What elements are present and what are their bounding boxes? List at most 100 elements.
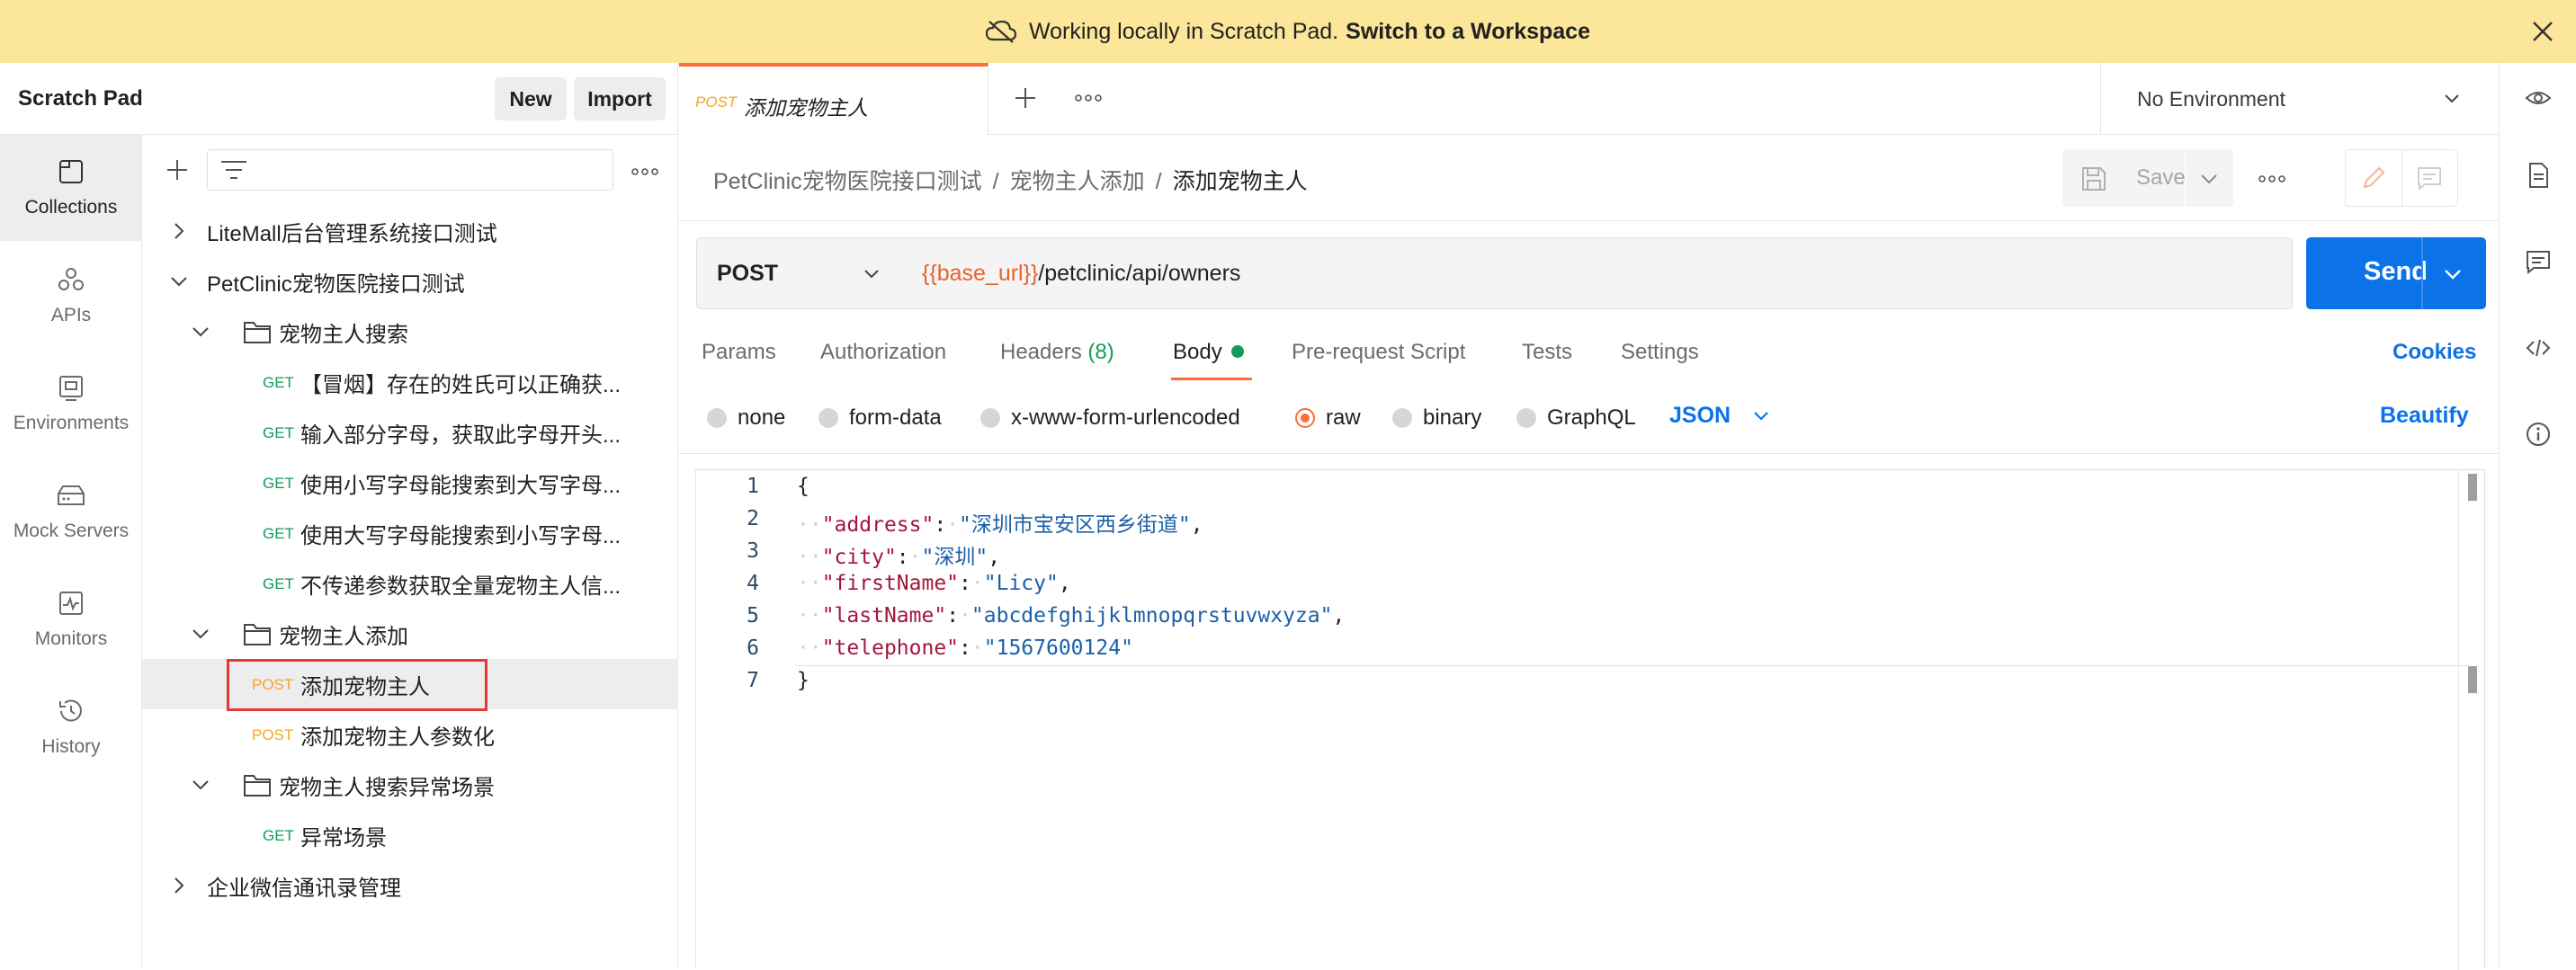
tree-request[interactable]: GET 不传递参数获取全量宠物主人信...	[142, 558, 678, 609]
radio-indicator-selected	[1295, 408, 1315, 428]
code-line: ··"address":·"深圳市宝安区西乡街道",	[797, 513, 1203, 537]
tree-label: 宠物主人添加	[279, 624, 408, 649]
divider	[2185, 149, 2186, 207]
tree-request[interactable]: GET 使用小写字母能搜索到大写字母...	[142, 458, 678, 508]
pencil-icon[interactable]	[2360, 165, 2387, 191]
tree-collection-petclinic[interactable]: PetClinic宠物医院接口测试	[142, 256, 678, 307]
tree-label: 不传递参数获取全量宠物主人信...	[300, 574, 622, 599]
switch-workspace-link[interactable]: Switch to a Workspace	[1346, 19, 1590, 45]
tree-label: 异常场景	[300, 825, 387, 850]
new-button[interactable]: New	[495, 77, 567, 120]
filter-input[interactable]	[207, 149, 613, 191]
rail-item-apis[interactable]: APIs	[0, 243, 142, 349]
tree-folder-owner-search[interactable]: 宠物主人搜索	[142, 307, 678, 357]
close-icon[interactable]	[2529, 18, 2556, 45]
tree-request[interactable]: GET 【冒烟】存在的姓氏可以正确获...	[142, 357, 678, 407]
json-comma: ,	[1332, 604, 1346, 627]
json-value: "abcdefghijklmnopqrstuvwxyza"	[970, 604, 1333, 627]
tree-collection-wecom[interactable]: 企业微信通讯录管理	[142, 860, 678, 911]
chevron-down-icon	[864, 270, 879, 279]
radio-form-data[interactable]: form-data	[818, 405, 942, 432]
save-button-group[interactable]: Save	[2062, 149, 2233, 207]
scrollbar-thumb[interactable]	[2468, 474, 2477, 501]
tree-request[interactable]: GET 输入部分字母，获取此字母开头...	[142, 407, 678, 458]
tab-tests[interactable]: Tests	[1522, 340, 1572, 365]
method-badge: GET	[263, 827, 294, 844]
divider	[2421, 237, 2423, 309]
code-line: ··"firstName":·"Licy",	[797, 572, 1071, 595]
sidebar-rail: Collections APIs Environments Mock Serve…	[0, 135, 142, 969]
comment-icon[interactable]	[2416, 165, 2443, 191]
tab-body[interactable]: Body	[1173, 340, 1244, 365]
environment-select[interactable]: No Environment	[2100, 63, 2499, 135]
radio-none[interactable]: none	[707, 405, 785, 432]
rail-item-mock-servers[interactable]: Mock Servers	[0, 458, 142, 565]
tab-authorization[interactable]: Authorization	[820, 340, 946, 365]
rail-item-history[interactable]: History	[0, 674, 142, 780]
tree-request[interactable]: GET 使用大写字母能搜索到小写字母...	[142, 508, 678, 558]
code-icon[interactable]	[2525, 334, 2552, 361]
radio-label: raw	[1326, 405, 1361, 430]
more-tabs-icon[interactable]	[1075, 93, 1102, 102]
chevron-down-icon[interactable]	[2199, 169, 2219, 189]
tree-folder-owner-search-errors[interactable]: 宠物主人搜索异常场景	[142, 760, 678, 810]
rail-label: Environments	[13, 413, 130, 433]
radio-urlencoded[interactable]: x-www-form-urlencoded	[980, 405, 1240, 432]
radio-label: binary	[1423, 405, 1482, 430]
tree-request[interactable]: GET 异常场景	[142, 810, 678, 860]
save-button[interactable]: Save	[2136, 165, 2186, 191]
tree-collection-litemall[interactable]: LiteMall后台管理系统接口测试	[142, 206, 678, 256]
eye-icon[interactable]	[2525, 85, 2552, 111]
rail-label: APIs	[50, 305, 92, 325]
method-select[interactable]: POST	[696, 237, 901, 309]
tree-request[interactable]: POST 添加宠物主人参数化	[142, 709, 678, 760]
radio-raw[interactable]: raw	[1295, 405, 1361, 432]
breadcrumb-folder[interactable]: 宠物主人添加	[1010, 169, 1145, 194]
line-number: 1	[747, 475, 759, 498]
active-tab-underline	[1171, 378, 1252, 380]
line-number: 7	[747, 669, 759, 692]
radio-label: form-data	[849, 405, 942, 430]
more-actions-icon[interactable]	[2258, 174, 2285, 183]
url-input[interactable]: {{base_url}}/petclinic/api/owners	[900, 237, 2293, 309]
rail-item-environments[interactable]: Environments	[0, 351, 142, 457]
plus-icon[interactable]	[165, 158, 189, 182]
tab-settings[interactable]: Settings	[1621, 340, 1699, 365]
cookies-link[interactable]: Cookies	[2393, 340, 2476, 365]
more-options-icon[interactable]	[631, 167, 658, 176]
chevron-down-icon[interactable]	[2443, 264, 2463, 284]
import-button[interactable]: Import	[574, 77, 666, 120]
rail-item-monitors[interactable]: Monitors	[0, 566, 142, 672]
json-comma: ,	[988, 546, 1001, 569]
comments-icon[interactable]	[2525, 248, 2552, 275]
tab-request[interactable]: POST 添加宠物主人	[679, 63, 988, 135]
body-editor[interactable]: 1 2 3 4 5 6 7 { ··"address":·"深圳市宝安区西乡街道…	[695, 469, 2485, 970]
send-button[interactable]: Send	[2306, 237, 2486, 309]
breadcrumb-separator: /	[1155, 169, 1162, 194]
scrollbar-marker	[2468, 666, 2477, 693]
tab-title: 添加宠物主人	[744, 96, 868, 120]
body-format-select[interactable]: JSON	[1669, 403, 1770, 429]
tab-headers[interactable]: Headers (8)	[1000, 340, 1114, 365]
documentation-icon[interactable]	[2525, 162, 2552, 189]
folder-icon	[244, 775, 271, 796]
apis-icon	[58, 268, 84, 290]
new-tab-icon[interactable]	[1014, 86, 1037, 110]
edit-toggle-group[interactable]	[2345, 149, 2458, 207]
beautify-button[interactable]: Beautify	[2380, 403, 2469, 429]
monitors-icon	[59, 592, 83, 615]
tree-folder-owner-add[interactable]: 宠物主人添加	[142, 609, 678, 659]
tab-prerequest[interactable]: Pre-request Script	[1292, 340, 1465, 365]
rail-item-collections[interactable]: Collections	[0, 135, 142, 241]
json-key: "address"	[821, 513, 935, 537]
tab-params[interactable]: Params	[702, 340, 776, 365]
radio-indicator	[1516, 408, 1536, 428]
divider	[679, 453, 2499, 454]
radio-binary[interactable]: binary	[1392, 405, 1481, 432]
info-icon[interactable]	[2525, 421, 2552, 448]
tree-label: 宠物主人搜索	[279, 322, 408, 347]
tab-body-label: Body	[1173, 340, 1222, 364]
headers-count: (8)	[1087, 340, 1114, 364]
radio-graphql[interactable]: GraphQL	[1516, 405, 1636, 432]
breadcrumb-collection[interactable]: PetClinic宠物医院接口测试	[713, 169, 982, 194]
